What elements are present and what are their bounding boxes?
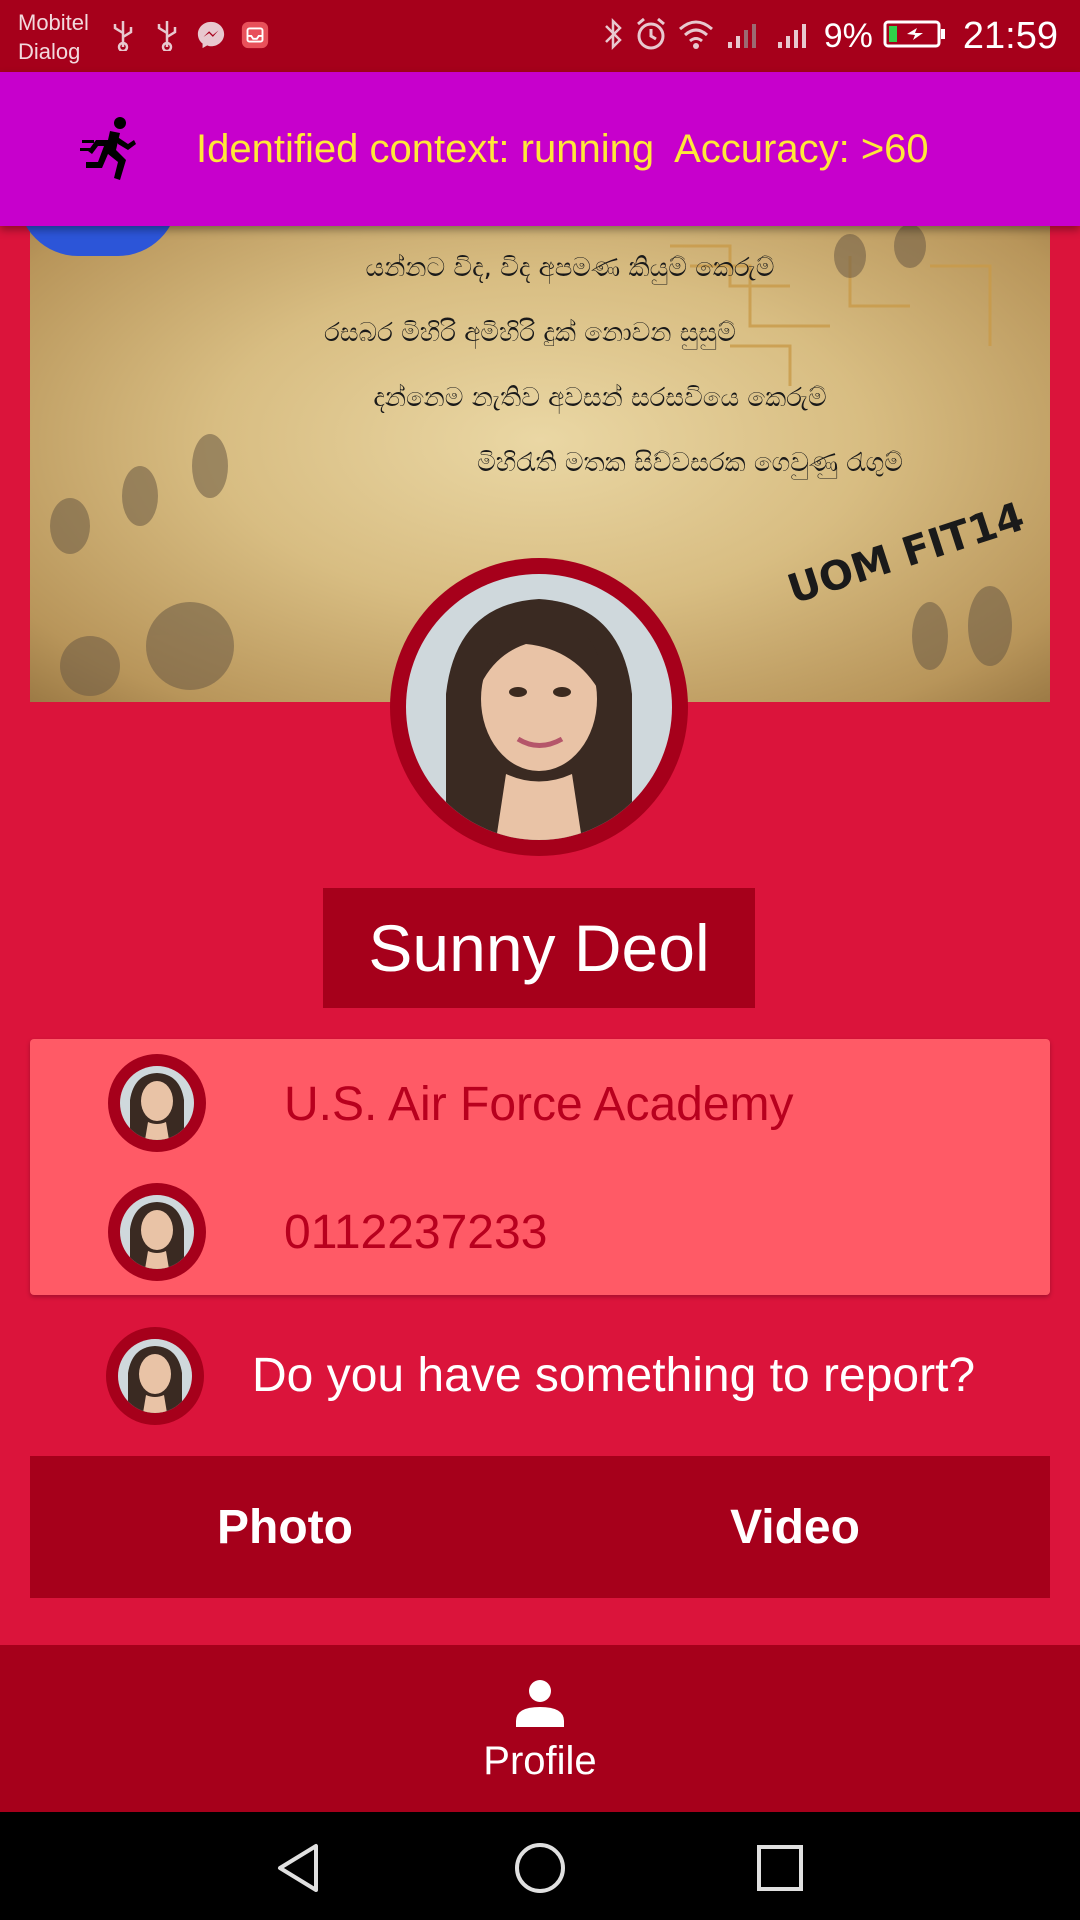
- row-avatar: [106, 1327, 204, 1425]
- home-icon[interactable]: [512, 1840, 568, 1896]
- running-person-icon: [80, 117, 136, 180]
- clock: 21:59: [962, 14, 1058, 57]
- context-text: Identified context: running Accuracy: >6…: [196, 127, 929, 171]
- alarm-icon: [634, 16, 668, 57]
- nav-item-profile[interactable]: Profile: [440, 1645, 640, 1812]
- cover-line-2: රසබර මිහිරි අමිහිරි දුක් නොවන සුසුම්: [324, 318, 736, 350]
- inbox-icon: [240, 18, 270, 52]
- cover-line-1: යන්නට විද, විද අපමණ කියුම් කෙරුම්: [366, 253, 775, 285]
- carrier-line-1: Mobitel: [18, 10, 89, 35]
- report-prompt: Do you have something to report?: [252, 1349, 976, 1402]
- media-report-bar: Photo Video: [30, 1456, 1050, 1598]
- person-icon: [516, 1680, 564, 1727]
- carrier-line-2: Dialog: [18, 39, 81, 64]
- signal-icon: [724, 18, 764, 55]
- report-prompt-row: Do you have something to report?: [0, 1320, 1080, 1430]
- wifi-icon: [678, 18, 714, 55]
- bluetooth-icon: [602, 16, 624, 57]
- signal-icon: [774, 18, 814, 55]
- recents-icon[interactable]: [752, 1840, 808, 1896]
- cover-line-3: දන්නෙම නැතිව අවසන් සරසවියෙ කෙරුම්: [373, 383, 826, 414]
- profile-avatar[interactable]: [390, 558, 688, 856]
- profile-info-card: U.S. Air Force Academy 0112237233: [30, 1039, 1050, 1295]
- battery-percent: 9%: [823, 16, 873, 55]
- cover-line-4: මිහිරැති මතක සිව්වසරක ගෙවුණු රැගුම්: [477, 448, 903, 479]
- avatar-photo: [406, 574, 672, 840]
- notification-icons: [108, 18, 270, 52]
- video-button[interactable]: Video: [540, 1456, 1050, 1598]
- photo-button[interactable]: Photo: [30, 1456, 540, 1598]
- institution-row: U.S. Air Force Academy: [30, 1039, 1050, 1167]
- back-icon[interactable]: [272, 1840, 328, 1896]
- system-navigation-bar: [0, 1812, 1080, 1920]
- row-avatar: [108, 1054, 206, 1152]
- phone-text: 0112237233: [284, 1206, 548, 1259]
- system-status-icons: 9% 21:59: [602, 12, 1058, 60]
- status-bar: Mobitel Dialog 9% 21:59: [0, 0, 1080, 72]
- usb-icon: [108, 18, 138, 52]
- carrier-label: Mobitel Dialog: [18, 8, 89, 66]
- usb-icon: [152, 18, 182, 52]
- row-avatar: [108, 1183, 206, 1281]
- institution-text: U.S. Air Force Academy: [284, 1078, 794, 1131]
- profile-name: Sunny Deol: [323, 888, 755, 1008]
- battery-charging-icon: [883, 18, 947, 55]
- messenger-icon: [196, 18, 226, 52]
- context-banner: Identified context: running Accuracy: >6…: [0, 72, 1080, 226]
- phone-row: 0112237233: [30, 1167, 1050, 1295]
- bottom-navigation: Profile: [0, 1645, 1080, 1812]
- nav-item-label: Profile: [483, 1739, 597, 1783]
